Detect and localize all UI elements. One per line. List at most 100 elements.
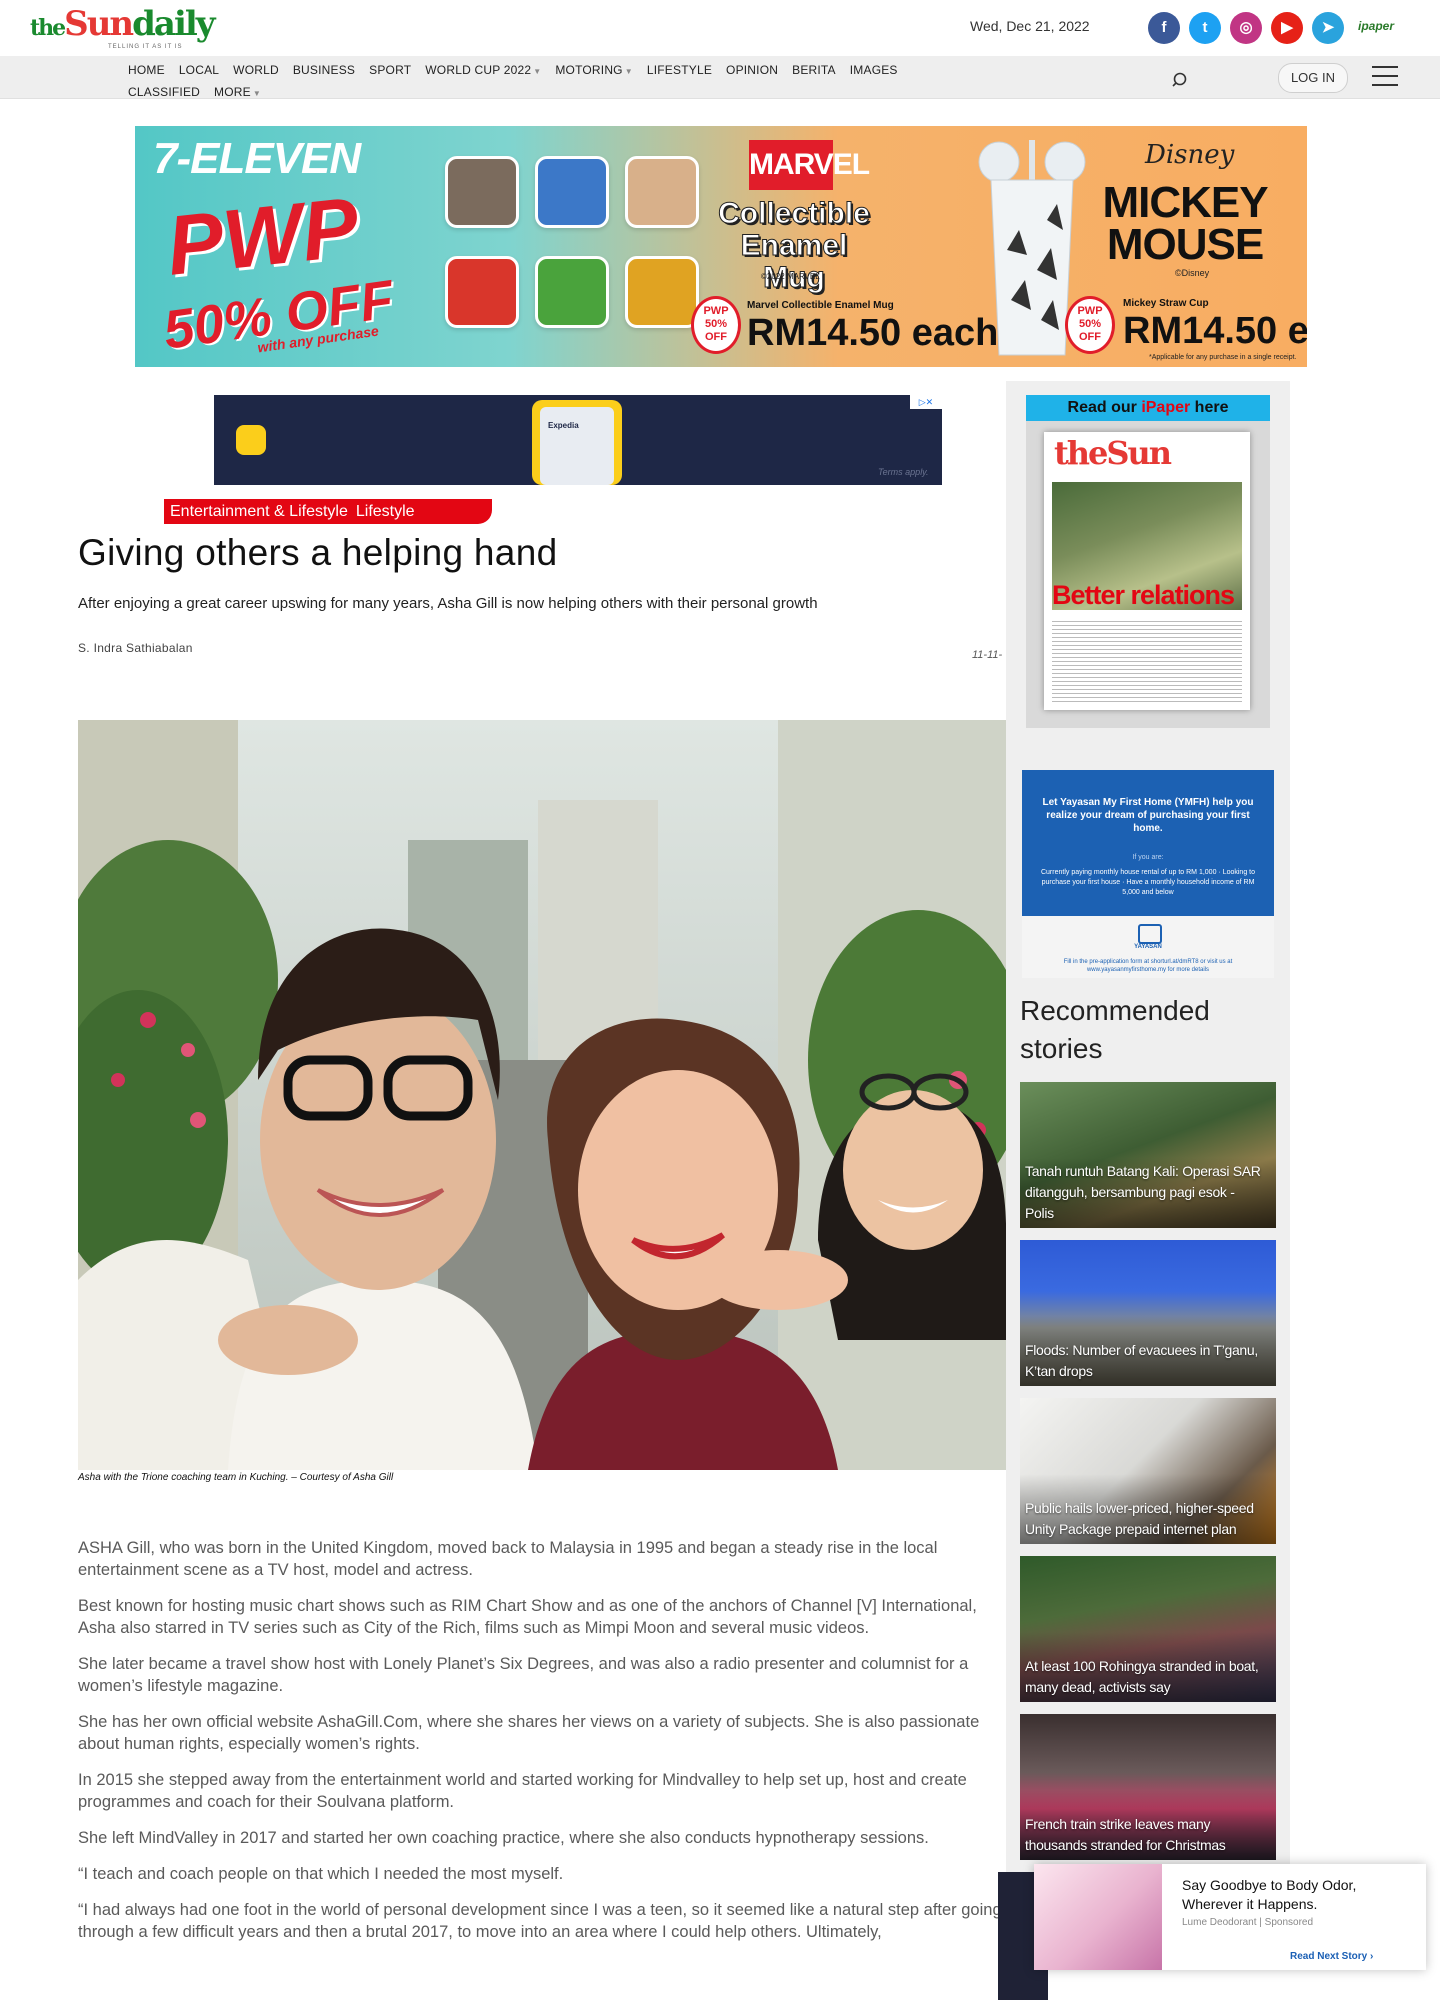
login-button[interactable]: LOG IN (1278, 63, 1348, 93)
mickey-mouse-title: MICKEY MOUSE (1095, 178, 1275, 269)
ipaper-cover-image[interactable]: theSun Better relations (1044, 432, 1250, 710)
ipaper-heading[interactable]: Read our iPaper here (1026, 395, 1270, 421)
site-header: theSundaily TELLING IT AS IT IS Wed, Dec… (0, 0, 1440, 56)
ipaper-here: here (1190, 399, 1229, 416)
ymfh-ifyou: If you are: (1132, 854, 1164, 861)
sponsored-source: Lume Deodorant | Sponsored (1182, 1917, 1314, 1928)
disney-logo: Disney (1145, 140, 1235, 170)
mickey-line2: MOUSE (1106, 220, 1264, 269)
instagram-icon[interactable]: ◎ (1230, 12, 1262, 44)
logo-sun: Sun (64, 4, 134, 44)
nav-item-world[interactable]: WORLD (233, 60, 279, 80)
ad-terms: Terms apply. (878, 467, 929, 477)
site-logo[interactable]: theSundaily TELLING IT AS IT IS (30, 4, 216, 52)
pwp-badge-line2: 50% (1078, 318, 1102, 330)
paper-text-lines (1052, 618, 1242, 704)
paper-masthead: theSun (1054, 434, 1172, 472)
chevron-down-icon: ▼ (533, 67, 542, 76)
recommended-heading: Recommended stories (1020, 995, 1210, 1064)
nav-item-lifestyle[interactable]: LIFESTYLE (647, 60, 712, 80)
ymfh-ad[interactable]: Let Yayasan My First Home (YMFH) help yo… (1022, 770, 1274, 978)
telegram-icon[interactable]: ➤ (1312, 12, 1344, 44)
article-headline: Giving others a helping hand (78, 532, 558, 573)
ipaper-word: iPaper (1141, 399, 1191, 416)
article-paragraph: She left MindValley in 2017 and started … (78, 1829, 929, 1847)
phone-screen (540, 407, 614, 485)
read-next-label[interactable]: Read Next Story (1290, 1951, 1367, 1962)
story-title[interactable]: Floods: Number of evacuees in T’ganu, K’… (1025, 1340, 1265, 1382)
ymfh-title: Let Yayasan My First Home (YMFH) help yo… (1042, 797, 1254, 834)
recommended-story[interactable]: French train strike leaves many thousand… (1020, 1714, 1276, 1860)
recommended-story[interactable]: Public hails lower-priced, higher-speed … (1020, 1398, 1276, 1544)
article-paragraph: In 2015 she stepped away from the entert… (78, 1771, 967, 1811)
article-paragraph: She later became a travel show host with… (78, 1655, 969, 1695)
logo-tagline: TELLING IT AS IT IS (108, 44, 183, 50)
chevron-down-icon: ▼ (252, 89, 261, 98)
category-primary[interactable]: Entertainment & Lifestyle (170, 503, 348, 520)
hulk-mug-image (535, 256, 609, 328)
article-paragraph: ASHA Gill, who was born in the United Ki… (78, 1539, 938, 1579)
nav-item-more[interactable]: MORE ▼ (214, 82, 261, 104)
chevron-down-icon: ▼ (624, 67, 633, 76)
story-title[interactable]: Public hails lower-priced, higher-speed … (1025, 1498, 1265, 1540)
youtube-icon[interactable]: ▶ (1271, 12, 1303, 44)
marvel-logo: MARVEL (749, 140, 870, 190)
expedia-ad[interactable]: Expedia Terms apply. ▷✕ (214, 395, 942, 485)
story-title[interactable]: At least 100 Rohingya stranded in boat, … (1025, 1656, 1265, 1698)
nav-item-label: OPINION (726, 63, 779, 77)
article-body: ASHA Gill, who was born in the United Ki… (78, 1537, 1008, 2000)
category-tag[interactable]: Entertainment & Lifestyle Lifestyle (164, 499, 492, 524)
read-next-story-link[interactable]: Read Next Story › (1290, 1951, 1373, 1962)
nav-item-business[interactable]: BUSINESS (293, 60, 355, 80)
chevron-right-icon: › (1370, 1951, 1374, 1962)
category-secondary[interactable]: Lifestyle (356, 503, 415, 520)
nav-item-opinion[interactable]: OPINION (726, 60, 778, 80)
article-paragraph: Best known for hosting music chart shows… (78, 1597, 977, 1637)
nav-item-label: LIFESTYLE (646, 63, 713, 77)
nav-item-label: MORE (214, 85, 251, 99)
disney-copyright: ©Disney (1175, 268, 1210, 278)
nav-item-sport[interactable]: SPORT (369, 60, 411, 80)
sponsored-thumbnail[interactable] (1034, 1864, 1162, 1970)
paper-headline: Better relations (1052, 580, 1235, 610)
doctor-strange-mug-image (625, 156, 699, 228)
nav-item-label: IMAGES (849, 63, 898, 77)
article-paragraph: She has her own official website AshaGil… (78, 1713, 980, 1753)
pwp-badge: PWP 50% OFF (1065, 296, 1115, 354)
cup-price: RM14.50 each (1123, 310, 1307, 352)
ad-collectible-line1: Collectible (718, 197, 871, 230)
article-author[interactable]: S. Indra Sathiabalan (78, 641, 193, 655)
nav-item-label: BUSINESS (292, 63, 356, 77)
story-title[interactable]: Tanah runtuh Batang Kali: Operasi SAR di… (1025, 1161, 1265, 1224)
nav-item-motoring[interactable]: MOTORING ▼ (555, 60, 633, 82)
nav-item-images[interactable]: IMAGES (850, 60, 898, 80)
cup-product-name: Mickey Straw Cup (1123, 298, 1209, 309)
image-caption: Asha with the Trione coaching team in Ku… (78, 1472, 394, 1483)
hamburger-menu-icon[interactable] (1372, 66, 1398, 88)
mickey-line1: MICKEY (1102, 178, 1268, 227)
ad-brand: 7-ELEVEN (153, 134, 361, 183)
nav-item-classified[interactable]: CLASSIFIED (128, 82, 200, 102)
nav-item-world-cup-2022[interactable]: WORLD CUP 2022 ▼ (425, 60, 541, 82)
nav-item-local[interactable]: LOCAL (179, 60, 219, 80)
recommended-story[interactable]: Tanah runtuh Batang Kali: Operasi SAR di… (1020, 1082, 1276, 1228)
nav-item-berita[interactable]: BERITA (792, 60, 836, 80)
search-icon[interactable] (1172, 71, 1190, 89)
seven-eleven-ad-banner[interactable]: 7-ELEVEN PWP 50% OFF with any purchase M… (135, 126, 1307, 367)
article-hero-image (78, 720, 1006, 1470)
nav-item-label: MOTORING (555, 63, 623, 77)
sponsored-title[interactable]: Say Goodbye to Body Odor, Wherever it Ha… (1182, 1876, 1418, 1914)
logo-daily: daily (132, 4, 215, 44)
ymfh-footer: Fill in the pre-application form at shor… (1063, 959, 1233, 973)
header-date: Wed, Dec 21, 2022 (970, 18, 1090, 34)
ad-choices-icon[interactable]: ▷✕ (910, 395, 942, 409)
facebook-icon[interactable]: f (1148, 12, 1180, 44)
nav-item-label: CLASSIFIED (128, 85, 201, 99)
nav-item-home[interactable]: HOME (128, 60, 165, 80)
sponsored-widget[interactable]: Say Goodbye to Body Odor, Wherever it Ha… (1034, 1864, 1426, 1970)
recommended-story[interactable]: Floods: Number of evacuees in T’ganu, K’… (1020, 1240, 1276, 1386)
recommended-story[interactable]: At least 100 Rohingya stranded in boat, … (1020, 1556, 1276, 1702)
story-title[interactable]: French train strike leaves many thousand… (1025, 1814, 1265, 1856)
ipaper-link[interactable]: ipaper (1358, 19, 1394, 33)
twitter-icon[interactable]: t (1189, 12, 1221, 44)
